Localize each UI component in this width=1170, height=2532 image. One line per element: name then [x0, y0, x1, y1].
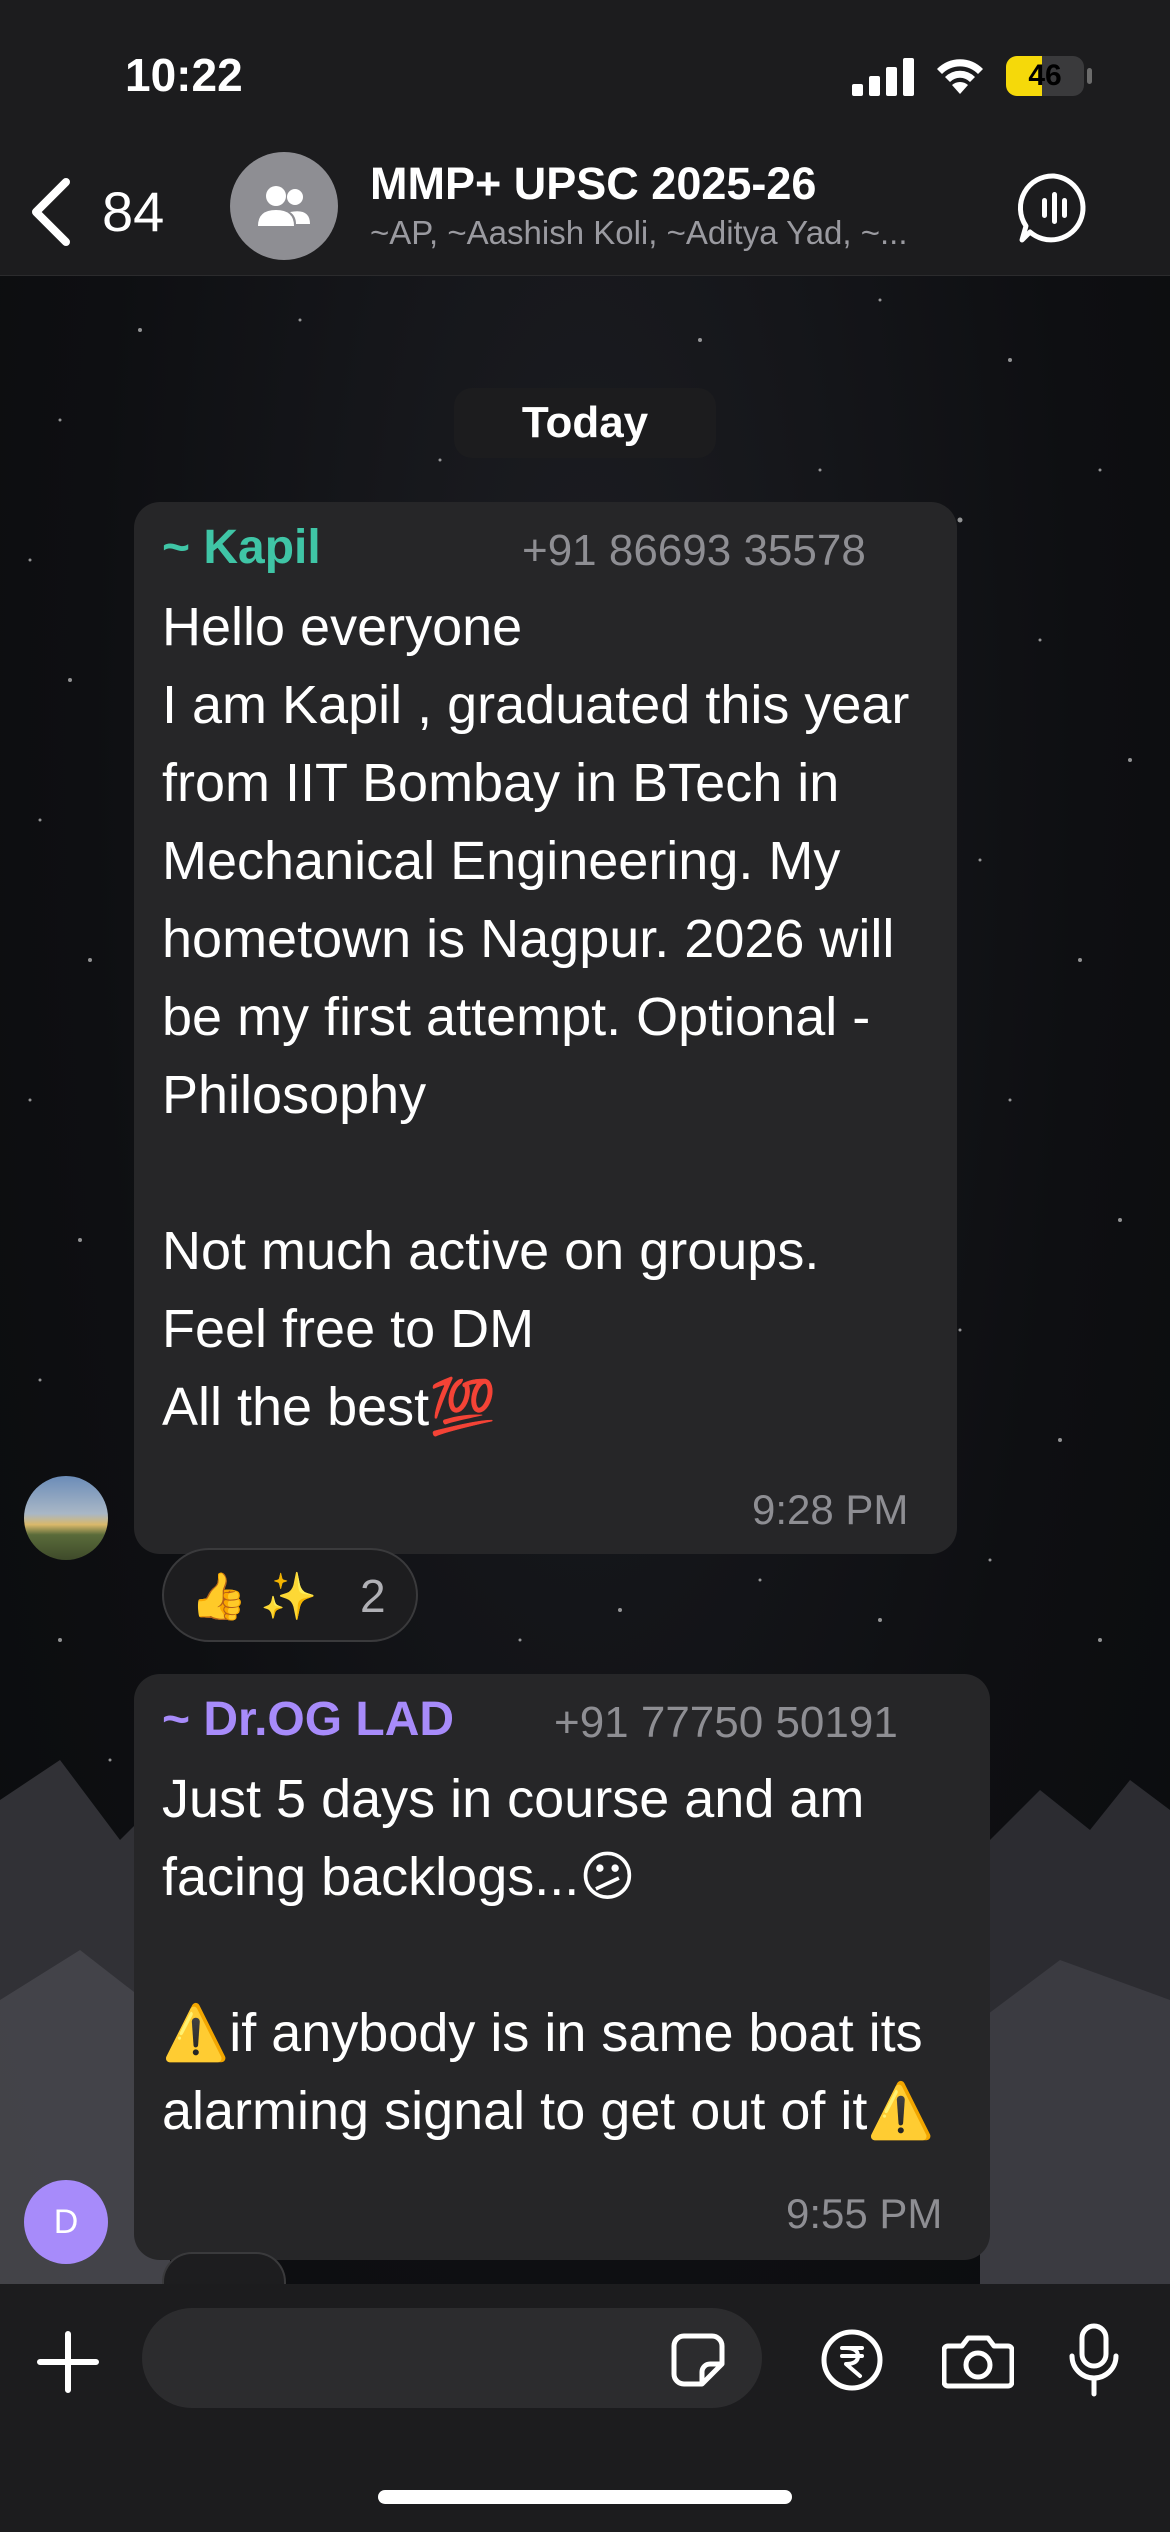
plus-icon[interactable] [36, 2330, 100, 2394]
sender-avatar[interactable] [24, 1476, 108, 1560]
status-bar: 10:22 46 [0, 0, 1170, 150]
sender-name[interactable]: ~ Kapil [162, 520, 321, 575]
message-bubble[interactable]: ~ Dr.OG LAD +91 77750 50191 Just 5 days … [134, 1674, 990, 2260]
group-people-icon [258, 186, 310, 226]
reaction-pill[interactable]: 👍 ✨ 2 [162, 1548, 418, 1642]
sender-phone[interactable]: +91 77750 50191 [554, 1698, 898, 1748]
reaction-emojis: 👍 ✨ [190, 1570, 318, 1622]
cellular-signal-icon [852, 58, 914, 96]
rupee-payment-icon[interactable] [820, 2328, 884, 2392]
camera-icon[interactable] [942, 2330, 1014, 2390]
back-chevron-icon[interactable] [22, 172, 82, 252]
group-members[interactable]: ~AP, ~Aashish Koli, ~Aditya Yad, ~... [370, 214, 980, 252]
battery-cap [1087, 68, 1092, 84]
wifi-icon [937, 59, 983, 94]
message-text: Hello everyone I am Kapil , graduated th… [162, 597, 910, 1437]
battery-level: 46 [1028, 59, 1062, 92]
group-title[interactable]: MMP+ UPSC 2025-26 [370, 158, 816, 210]
unread-count[interactable]: 84 [102, 172, 164, 252]
battery-indicator: 46 [1006, 56, 1084, 96]
microphone-icon[interactable] [1068, 2322, 1120, 2398]
chat-header: 84 MMP+ UPSC 2025-26 ~AP, ~Aashish Koli,… [0, 150, 1170, 276]
message-time: 9:28 PM [752, 1486, 909, 1533]
message-input[interactable] [142, 2308, 762, 2408]
reaction-count: 2 [360, 1570, 386, 1622]
message-bubble[interactable]: ~ Kapil +91 86693 35578 Hello everyone I… [134, 502, 957, 1554]
sticker-icon[interactable] [670, 2332, 726, 2388]
input-bar [0, 2284, 1170, 2532]
sender-phone[interactable]: +91 86693 35578 [522, 526, 866, 576]
status-time: 10:22 [125, 49, 243, 101]
message-time: 9:55 PM [786, 2190, 943, 2237]
group-avatar[interactable] [230, 152, 338, 260]
date-separator: Today [454, 388, 716, 458]
message-text: Just 5 days in course and am facing back… [162, 1769, 935, 2141]
sender-avatar[interactable]: D [24, 2180, 108, 2264]
home-indicator[interactable] [378, 2490, 792, 2504]
sender-name[interactable]: ~ Dr.OG LAD [162, 1692, 454, 1747]
voice-chat-icon[interactable] [1016, 170, 1092, 246]
